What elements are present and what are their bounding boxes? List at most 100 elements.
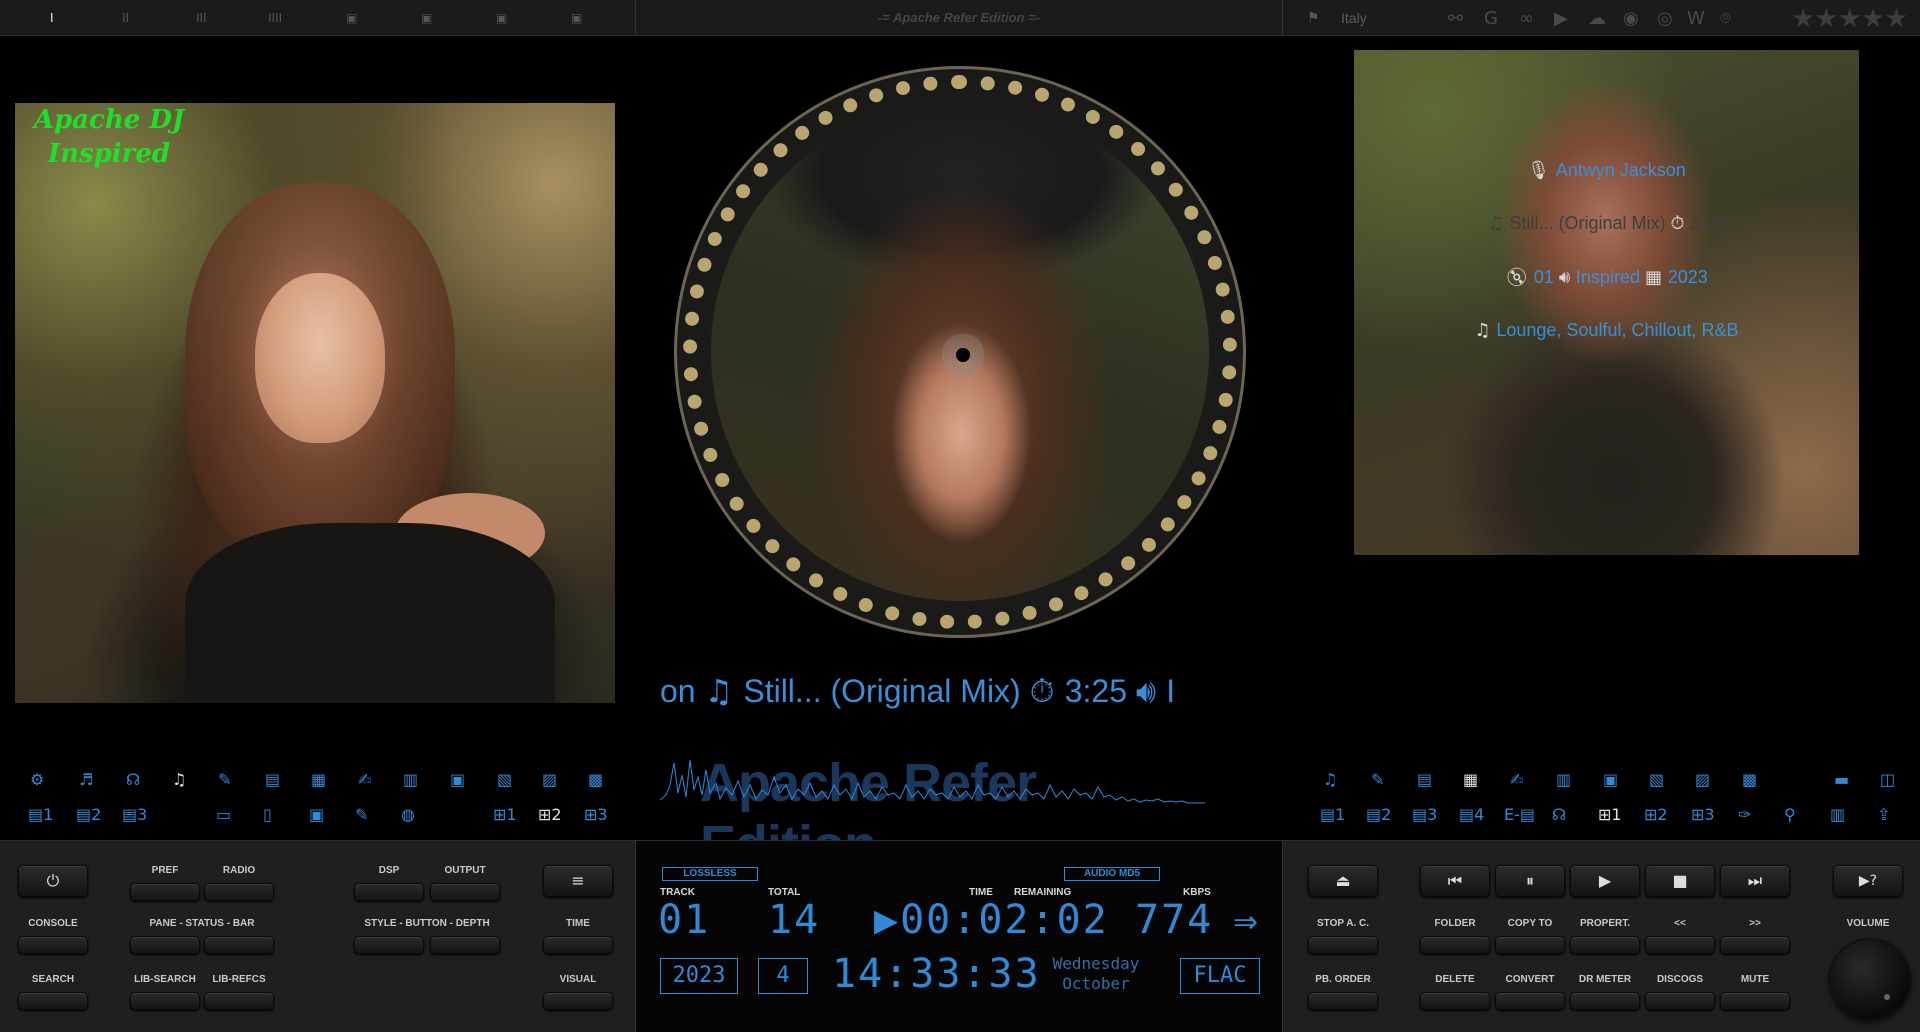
google-icon[interactable]: G <box>1484 8 1498 29</box>
search-button[interactable] <box>18 992 88 1010</box>
link-icon[interactable]: ⚯ <box>1448 8 1463 29</box>
lib-search-button[interactable] <box>130 992 200 1010</box>
pref-button[interactable] <box>130 883 200 901</box>
dr-meter-button[interactable] <box>1570 992 1640 1010</box>
menu-button[interactable]: ≡ <box>543 865 613 897</box>
discogs-button[interactable] <box>1645 992 1715 1010</box>
movie-icon[interactable]: ▬ <box>1834 770 1849 789</box>
playlist-2-button[interactable]: ▤2 <box>76 805 101 824</box>
dsp-button[interactable] <box>354 883 424 901</box>
layout-6-button[interactable]: ▣ <box>421 11 432 25</box>
playlist-3-button[interactable]: ▤3 <box>122 805 147 824</box>
turntable-disc[interactable] <box>674 66 1246 638</box>
musicbrainz-icon[interactable]: ◎ <box>1657 8 1673 29</box>
view-2-button[interactable]: ⊞2 <box>1644 805 1668 824</box>
playlist-1-button[interactable]: ▤1 <box>1320 805 1345 824</box>
view-1-button[interactable]: ⊞1 <box>1598 805 1622 824</box>
edit-document-icon[interactable]: ✍ <box>358 770 371 789</box>
grid-icon[interactable]: ▩ <box>1742 770 1757 789</box>
layout-1-button[interactable]: I <box>50 11 54 25</box>
settings-icon[interactable]: ⚙ <box>30 770 44 789</box>
album-name[interactable]: Inspired <box>1576 267 1640 287</box>
globe-icon[interactable]: ◍ <box>401 805 415 824</box>
play-button[interactable]: ▶ <box>1570 865 1640 897</box>
playlist-3-button[interactable]: ▤3 <box>1412 805 1437 824</box>
spotify-icon[interactable]: ◉ <box>1623 8 1639 29</box>
convert-button[interactable] <box>1495 992 1565 1010</box>
folder-icon[interactable]: ▭ <box>216 805 231 824</box>
headphones-icon[interactable]: ☊ <box>1552 805 1566 824</box>
image-icon[interactable]: ▨ <box>542 770 557 789</box>
properties-button[interactable] <box>1570 936 1640 954</box>
time-button[interactable] <box>543 936 613 954</box>
playlist-1-button[interactable]: ▤1 <box>28 805 53 824</box>
playlist-2-button[interactable]: ▤2 <box>1366 805 1391 824</box>
depth-button[interactable] <box>430 936 500 954</box>
output-button[interactable] <box>430 883 500 901</box>
console-button[interactable] <box>18 936 88 954</box>
rating-stars[interactable]: ★★★★★ <box>1791 4 1908 34</box>
stop-ac-button[interactable] <box>1308 936 1378 954</box>
view-3-button[interactable]: ⊞3 <box>1691 805 1715 824</box>
basket-icon[interactable]: ▧ <box>497 770 512 789</box>
view-2-button[interactable]: ⊞2 <box>538 805 562 824</box>
lastfm-icon[interactable]: ∞ <box>1519 8 1534 29</box>
browser-icon[interactable]: ▦ <box>311 770 326 789</box>
album-cover-left[interactable]: Apache DJ Inspired <box>15 103 615 703</box>
status-bar-button[interactable] <box>204 936 274 954</box>
calendar-icon[interactable]: ▥ <box>403 770 418 789</box>
document-icon[interactable]: ▤ <box>265 770 280 789</box>
edit-document-icon[interactable]: ✍ <box>1510 770 1523 789</box>
next-button[interactable]: ⏭ <box>1720 865 1790 897</box>
browser-icon[interactable]: ▦ <box>1463 770 1478 789</box>
briefcase-icon[interactable]: ▣ <box>450 770 465 789</box>
music-notes-icon[interactable]: ♫ <box>1323 770 1337 789</box>
layout-2-button[interactable]: II <box>122 11 129 25</box>
eraser-icon[interactable]: ✎ <box>218 770 231 789</box>
upload-icon[interactable]: ⇪ <box>1877 805 1890 824</box>
folder-button[interactable] <box>1420 936 1490 954</box>
delete-button[interactable] <box>1420 992 1490 1010</box>
pb-order-button[interactable] <box>1308 992 1378 1010</box>
artist-name[interactable]: Antwyn Jackson <box>1556 160 1686 180</box>
pane-button[interactable] <box>130 936 200 954</box>
elapsed-time-display[interactable]: ▶00:02:02 <box>874 897 1109 943</box>
copy-to-button[interactable] <box>1495 936 1565 954</box>
grid-icon[interactable]: ▩ <box>588 770 603 789</box>
eject-button[interactable]: ⏏ <box>1308 865 1378 897</box>
image-icon[interactable]: ▨ <box>1695 770 1710 789</box>
playlist-4-button[interactable]: ▤4 <box>1459 805 1484 824</box>
playlist-e-button[interactable]: E-▤ <box>1504 805 1535 824</box>
music-notes-icon[interactable]: ♫ <box>172 770 186 789</box>
genres[interactable]: Lounge, Soulful, Chillout, R&B <box>1496 320 1738 340</box>
view-1-button[interactable]: ⊞1 <box>493 805 517 824</box>
album-cover-right-blurred[interactable]: 🎙︎ Antwyn Jackson ♫ Still... (Original M… <box>1354 50 1859 555</box>
lib-refcs-button[interactable] <box>204 992 274 1010</box>
wikipedia-icon[interactable]: W <box>1687 8 1705 29</box>
radio-button[interactable] <box>204 883 274 901</box>
book-icon[interactable]: ▯ <box>263 805 272 824</box>
layout-4-button[interactable]: IIII <box>268 11 282 25</box>
radio-icon[interactable]: ▣ <box>309 805 324 824</box>
power-button[interactable]: ⏻ <box>18 865 88 897</box>
seek-forward-button[interactable] <box>1720 936 1790 954</box>
eraser-icon[interactable]: ✎ <box>1371 770 1384 789</box>
document-icon[interactable]: ▤ <box>1417 770 1432 789</box>
visual-button[interactable] <box>543 992 613 1010</box>
help-button[interactable]: ▶? <box>1833 865 1903 897</box>
search-icon[interactable]: ⚲ <box>1784 805 1796 824</box>
youtube-icon[interactable]: ▶ <box>1554 8 1568 29</box>
repeat-arrow-icon[interactable]: ⇒ <box>1233 905 1258 940</box>
music-edit-icon[interactable]: ♬ <box>79 770 93 789</box>
style-button[interactable] <box>354 936 424 954</box>
layout-5-button[interactable]: ▣ <box>346 11 357 25</box>
eraser-2-icon[interactable]: ✎ <box>355 805 368 824</box>
layout-8-button[interactable]: ▣ <box>571 11 582 25</box>
trash-icon[interactable]: ▥ <box>1830 805 1845 824</box>
volume-knob[interactable] <box>1830 940 1910 1020</box>
briefcase-icon[interactable]: ▣ <box>1603 770 1618 789</box>
headphones-icon[interactable]: ☊ <box>126 770 140 789</box>
soundcloud-icon[interactable]: ☁ <box>1588 8 1606 29</box>
mute-button[interactable] <box>1720 992 1790 1010</box>
layout-7-button[interactable]: ▣ <box>496 11 507 25</box>
